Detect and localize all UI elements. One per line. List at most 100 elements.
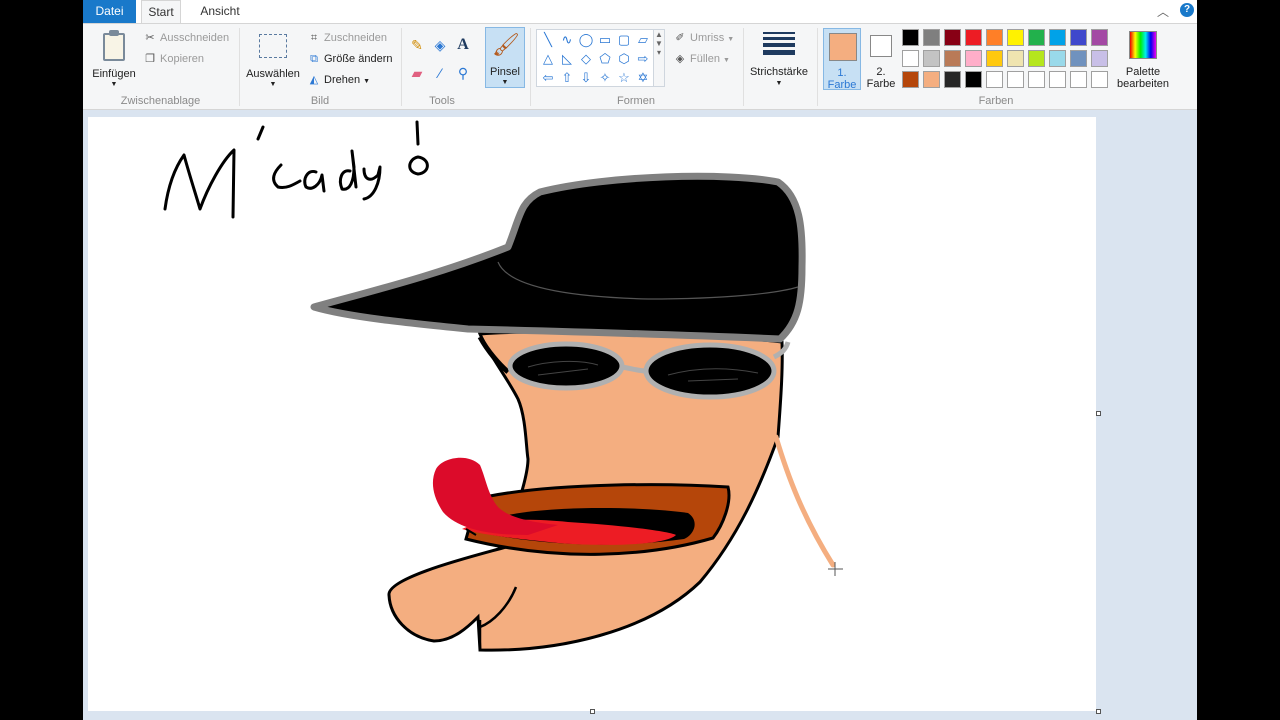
palette-color-swatch[interactable] bbox=[1070, 29, 1087, 46]
paint-window: Datei Start Ansicht ︿ ? Einfügen ▼ ✂ Auss… bbox=[83, 0, 1197, 720]
ribbon: Einfügen ▼ ✂ Ausschneiden ❐ Kopieren Zwisc… bbox=[83, 23, 1197, 110]
cut-label: Ausschneiden bbox=[160, 32, 230, 44]
canvas-resize-handle[interactable] bbox=[1096, 411, 1101, 416]
diamond-shape-icon[interactable]: ◇ bbox=[577, 50, 595, 68]
magnifier-icon[interactable]: ⚲ bbox=[454, 64, 472, 82]
pencil-icon[interactable]: ✎ bbox=[408, 36, 426, 54]
color2-swatch bbox=[870, 35, 892, 57]
palette-color-swatch[interactable] bbox=[986, 50, 1003, 67]
color2-label-line2: Farbe bbox=[866, 78, 896, 90]
minimize-ribbon-icon[interactable]: ︿ bbox=[1157, 3, 1169, 20]
chevron-down-icon: ▼ bbox=[269, 81, 277, 88]
chevron-down-icon: ▼ bbox=[723, 57, 730, 64]
palette-color-swatch[interactable] bbox=[1070, 50, 1087, 67]
stroke-width-icon bbox=[763, 32, 795, 58]
palette-color-swatch[interactable] bbox=[965, 29, 982, 46]
copy-button[interactable]: ❐ Kopieren bbox=[143, 50, 204, 68]
select-button[interactable]: Auswählen ▼ bbox=[243, 26, 303, 88]
fill-bucket-icon[interactable]: ◈ bbox=[431, 36, 449, 54]
hexagon-shape-icon[interactable]: ⬡ bbox=[615, 50, 633, 68]
palette-color-swatch[interactable] bbox=[1028, 50, 1045, 67]
palette-color-swatch[interactable] bbox=[902, 50, 919, 67]
pentagon-shape-icon[interactable]: ⬠ bbox=[596, 50, 614, 68]
curve-shape-icon[interactable]: ∿ bbox=[558, 31, 576, 49]
color1-swatch bbox=[829, 33, 857, 61]
paintbrush-icon: 🖌 bbox=[492, 32, 520, 57]
palette-color-swatch[interactable] bbox=[1007, 71, 1024, 88]
palette-color-swatch[interactable] bbox=[1091, 71, 1108, 88]
shapes-gallery-scroll[interactable]: ▲ ▼ ▾ bbox=[654, 29, 665, 87]
four-point-star-shape-icon[interactable]: ✧ bbox=[596, 69, 614, 87]
line-shape-icon[interactable]: ╲ bbox=[539, 31, 557, 49]
rotate-label: Drehen bbox=[324, 74, 361, 86]
outline-label: Umriss bbox=[690, 32, 725, 44]
color2-button[interactable]: 2. Farbe bbox=[863, 28, 899, 90]
palette-color-swatch[interactable] bbox=[902, 71, 919, 88]
palette-color-swatch[interactable] bbox=[1007, 50, 1024, 67]
palette-color-swatch[interactable] bbox=[923, 71, 940, 88]
rotate-icon: ◭ bbox=[309, 74, 319, 86]
palette-color-swatch[interactable] bbox=[1007, 29, 1024, 46]
paste-button[interactable]: Einfügen ▼ bbox=[88, 26, 140, 88]
crop-label: Zuschneiden bbox=[324, 32, 387, 44]
help-icon[interactable]: ? bbox=[1180, 3, 1194, 17]
chevron-down-icon: ▼ bbox=[727, 36, 735, 43]
tab-view[interactable]: Ansicht bbox=[195, 0, 245, 23]
palette-color-swatch[interactable] bbox=[1028, 71, 1045, 88]
eraser-icon[interactable]: ▰ bbox=[408, 64, 426, 82]
color-picker-icon[interactable]: ⁄ bbox=[431, 64, 449, 82]
palette-color-swatch[interactable] bbox=[1070, 71, 1087, 88]
tab-file[interactable]: Datei bbox=[83, 0, 136, 23]
text-icon[interactable]: A bbox=[454, 36, 472, 54]
triangle-shape-icon[interactable]: △ bbox=[539, 50, 557, 68]
palette-color-swatch[interactable] bbox=[986, 29, 1003, 46]
six-point-star-shape-icon[interactable]: ✡ bbox=[634, 69, 652, 87]
up-arrow-shape-icon[interactable]: ⇧ bbox=[558, 69, 576, 87]
palette-color-swatch[interactable] bbox=[986, 71, 1003, 88]
edit-colors-button[interactable]: Palette bearbeiten bbox=[1113, 26, 1173, 90]
outline-button[interactable]: ✐ Umriss ▼ bbox=[673, 29, 734, 47]
right-arrow-shape-icon[interactable]: ⇨ bbox=[634, 50, 652, 68]
fill-button[interactable]: ◈ Füllen ▼ bbox=[673, 50, 730, 68]
palette-color-swatch[interactable] bbox=[944, 71, 961, 88]
color1-button[interactable]: 1. Farbe bbox=[823, 28, 861, 91]
drawing-canvas[interactable] bbox=[88, 117, 1101, 714]
ribbon-tab-row: Datei Start Ansicht ︿ ? bbox=[83, 0, 1197, 24]
stroke-width-button[interactable]: Strichstärke ▼ bbox=[745, 26, 813, 88]
color1-label-line1: 1. bbox=[837, 67, 847, 79]
palette-color-swatch[interactable] bbox=[1028, 29, 1045, 46]
palette-color-swatch[interactable] bbox=[923, 50, 940, 67]
crop-button[interactable]: ⌗ Zuschneiden bbox=[307, 29, 387, 47]
palette-color-swatch[interactable] bbox=[1049, 29, 1066, 46]
palette-color-swatch[interactable] bbox=[1049, 50, 1066, 67]
palette-color-swatch[interactable] bbox=[1091, 50, 1108, 67]
tab-start[interactable]: Start bbox=[141, 0, 181, 24]
palette-color-swatch[interactable] bbox=[923, 29, 940, 46]
canvas-resize-handle[interactable] bbox=[590, 709, 595, 714]
canvas-resize-handle[interactable] bbox=[1096, 709, 1101, 714]
stroke-width-label: Strichstärke bbox=[749, 66, 809, 78]
resize-button[interactable]: ⧉ Größe ändern bbox=[307, 50, 392, 68]
fill-icon: ◈ bbox=[675, 53, 685, 65]
left-arrow-shape-icon[interactable]: ⇦ bbox=[539, 69, 557, 87]
rounded-rectangle-shape-icon[interactable]: ▢ bbox=[615, 31, 633, 49]
down-arrow-shape-icon[interactable]: ⇩ bbox=[577, 69, 595, 87]
palette-color-swatch[interactable] bbox=[965, 50, 982, 67]
palette-color-swatch[interactable] bbox=[944, 50, 961, 67]
five-point-star-shape-icon[interactable]: ☆ bbox=[615, 69, 633, 87]
palette-color-swatch[interactable] bbox=[902, 29, 919, 46]
rectangle-shape-icon[interactable]: ▭ bbox=[596, 31, 614, 49]
fill-label: Füllen bbox=[690, 53, 720, 65]
palette-color-swatch[interactable] bbox=[1091, 29, 1108, 46]
resize-label: Größe ändern bbox=[324, 53, 393, 65]
polygon-shape-icon[interactable]: ▱ bbox=[634, 31, 652, 49]
palette-color-swatch[interactable] bbox=[944, 29, 961, 46]
cut-button[interactable]: ✂ Ausschneiden bbox=[143, 29, 229, 47]
palette-color-swatch[interactable] bbox=[1049, 71, 1066, 88]
right-triangle-shape-icon[interactable]: ◺ bbox=[558, 50, 576, 68]
palette-color-swatch[interactable] bbox=[965, 71, 982, 88]
oval-shape-icon[interactable]: ◯ bbox=[577, 31, 595, 49]
rotate-button[interactable]: ◭ Drehen ▼ bbox=[307, 71, 370, 89]
brush-button[interactable]: 🖌 Pinsel ▼ bbox=[485, 27, 525, 88]
colors-group-label: Farben bbox=[978, 95, 1014, 107]
